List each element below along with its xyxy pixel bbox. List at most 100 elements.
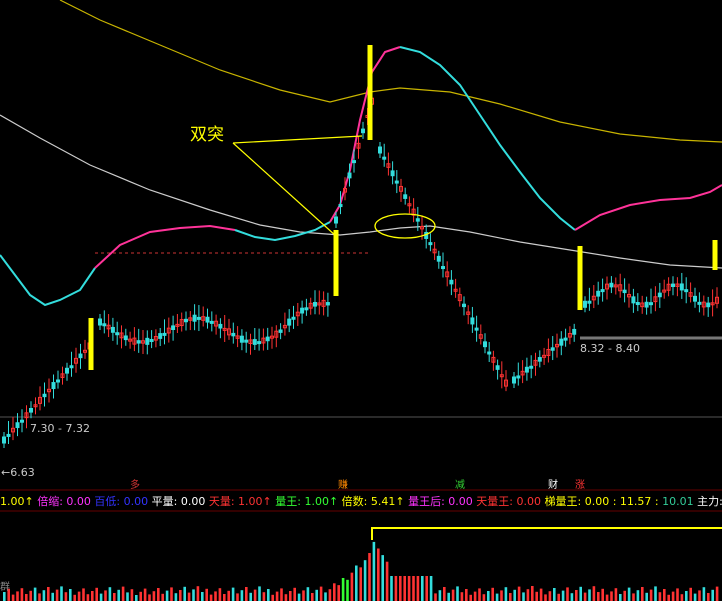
volume-bar: [711, 589, 714, 601]
volume-bar: [143, 588, 147, 601]
short-ma-falling-segment: [399, 46, 576, 231]
volume-bar: [236, 593, 239, 601]
indicator-item-0: 1.00↑: [0, 495, 37, 508]
candle-body: [69, 365, 74, 369]
volume-bar: [275, 591, 279, 601]
candle-body: [596, 290, 601, 297]
candle-body: [192, 314, 197, 322]
indicator-item-10: 10.01: [662, 495, 697, 508]
volume-bar: [377, 548, 380, 601]
volume-bar: [627, 587, 631, 601]
indicator-item-2: 百低: 0.00: [94, 495, 151, 508]
candle-body: [2, 436, 6, 444]
long-moving-average-line: [59, 0, 722, 143]
candle-body: [684, 289, 689, 293]
candle-body: [516, 375, 521, 379]
volume-bar: [258, 586, 261, 601]
short-ma-rising-segment: [574, 184, 722, 231]
indicator-item-7: 量王后: 0.00: [408, 495, 476, 508]
candle-body: [325, 302, 330, 306]
indicator-item-5: 量王: 1.00↑: [275, 495, 341, 508]
candle-body: [679, 283, 684, 291]
volume-bar: [47, 587, 50, 601]
volume-side-label: 群: [0, 580, 10, 593]
candle-body: [631, 296, 636, 304]
candle-body: [205, 316, 210, 323]
indicator-item-1: 倍缩: 0.00: [37, 494, 94, 508]
volume-bar: [715, 586, 719, 601]
candle-body: [65, 367, 69, 374]
volume-bar: [333, 583, 336, 601]
signal-bar: [577, 246, 583, 310]
left-price-range-label: 7.30 - 7.32: [30, 422, 90, 435]
candle-body: [671, 283, 675, 287]
volume-bar: [429, 576, 433, 601]
volume-bar: [425, 576, 428, 601]
volume-bar: [658, 592, 662, 601]
volume-bar: [491, 587, 494, 601]
volume-bar: [135, 595, 138, 601]
signal-markers: 多赚减财涨: [130, 478, 585, 491]
signal-marker-4: 涨: [575, 479, 585, 491]
candle-body: [537, 357, 542, 362]
volume-bar: [434, 593, 437, 601]
volume-bar: [636, 590, 640, 601]
volume-bar: [438, 590, 442, 601]
candlesticks: [2, 45, 719, 448]
candle-body: [158, 333, 163, 339]
candle-body: [609, 282, 614, 288]
volume-bar: [592, 586, 596, 601]
signal-marker-3: 财: [548, 478, 558, 491]
short-ma-rising-segment: [94, 224, 236, 269]
candle-body: [550, 347, 555, 351]
volume-bar: [20, 588, 24, 601]
volume-bar: [702, 587, 706, 601]
candle-body: [110, 326, 115, 333]
volume-bar: [271, 594, 274, 601]
volume-bar: [707, 593, 710, 601]
volume-bar: [517, 586, 521, 601]
volume-bar: [570, 593, 574, 601]
volume-bar: [262, 592, 266, 601]
volume-bar: [240, 590, 244, 601]
volume-bar: [583, 592, 587, 601]
volume-bar: [355, 565, 358, 601]
volume-bar: [11, 594, 15, 601]
volume-bar: [531, 586, 534, 601]
candle-body: [587, 300, 592, 304]
indicator-item-3: 平量: 0.00: [152, 495, 209, 508]
annotation-pointer-line: [232, 135, 363, 144]
volume-bar: [267, 589, 270, 601]
price-panel: [0, 252, 722, 512]
candle-body: [693, 295, 697, 302]
volume-bar: [368, 553, 371, 601]
candle-body: [338, 204, 343, 208]
volume-bar: [249, 592, 252, 601]
volume-bar: [504, 587, 508, 601]
volume-bar: [179, 590, 182, 601]
signal-bar: [712, 240, 718, 270]
volume-bar: [187, 592, 191, 601]
candle-body: [361, 128, 365, 134]
volume-bar: [654, 586, 657, 601]
volume-bar: [297, 593, 301, 601]
volume-bar: [328, 589, 332, 601]
volume-bar: [231, 587, 235, 601]
candle-body: [51, 382, 56, 390]
candle-body: [470, 317, 475, 325]
candle-body: [394, 180, 399, 184]
candle-body: [474, 327, 479, 331]
candle-body: [6, 433, 11, 437]
candle-body: [583, 300, 587, 308]
volume-bar: [73, 594, 76, 601]
candle-body: [15, 422, 20, 429]
volume-bar: [99, 593, 103, 601]
candle-body: [115, 332, 120, 336]
volume-bar: [245, 587, 248, 601]
volume-bar: [500, 590, 503, 601]
volume-bar: [482, 594, 486, 601]
indicator-item-4: 天量: 1.00↑: [209, 495, 275, 508]
candle-body: [162, 332, 167, 336]
volume-bar: [597, 592, 600, 601]
volume-bar: [394, 576, 398, 601]
